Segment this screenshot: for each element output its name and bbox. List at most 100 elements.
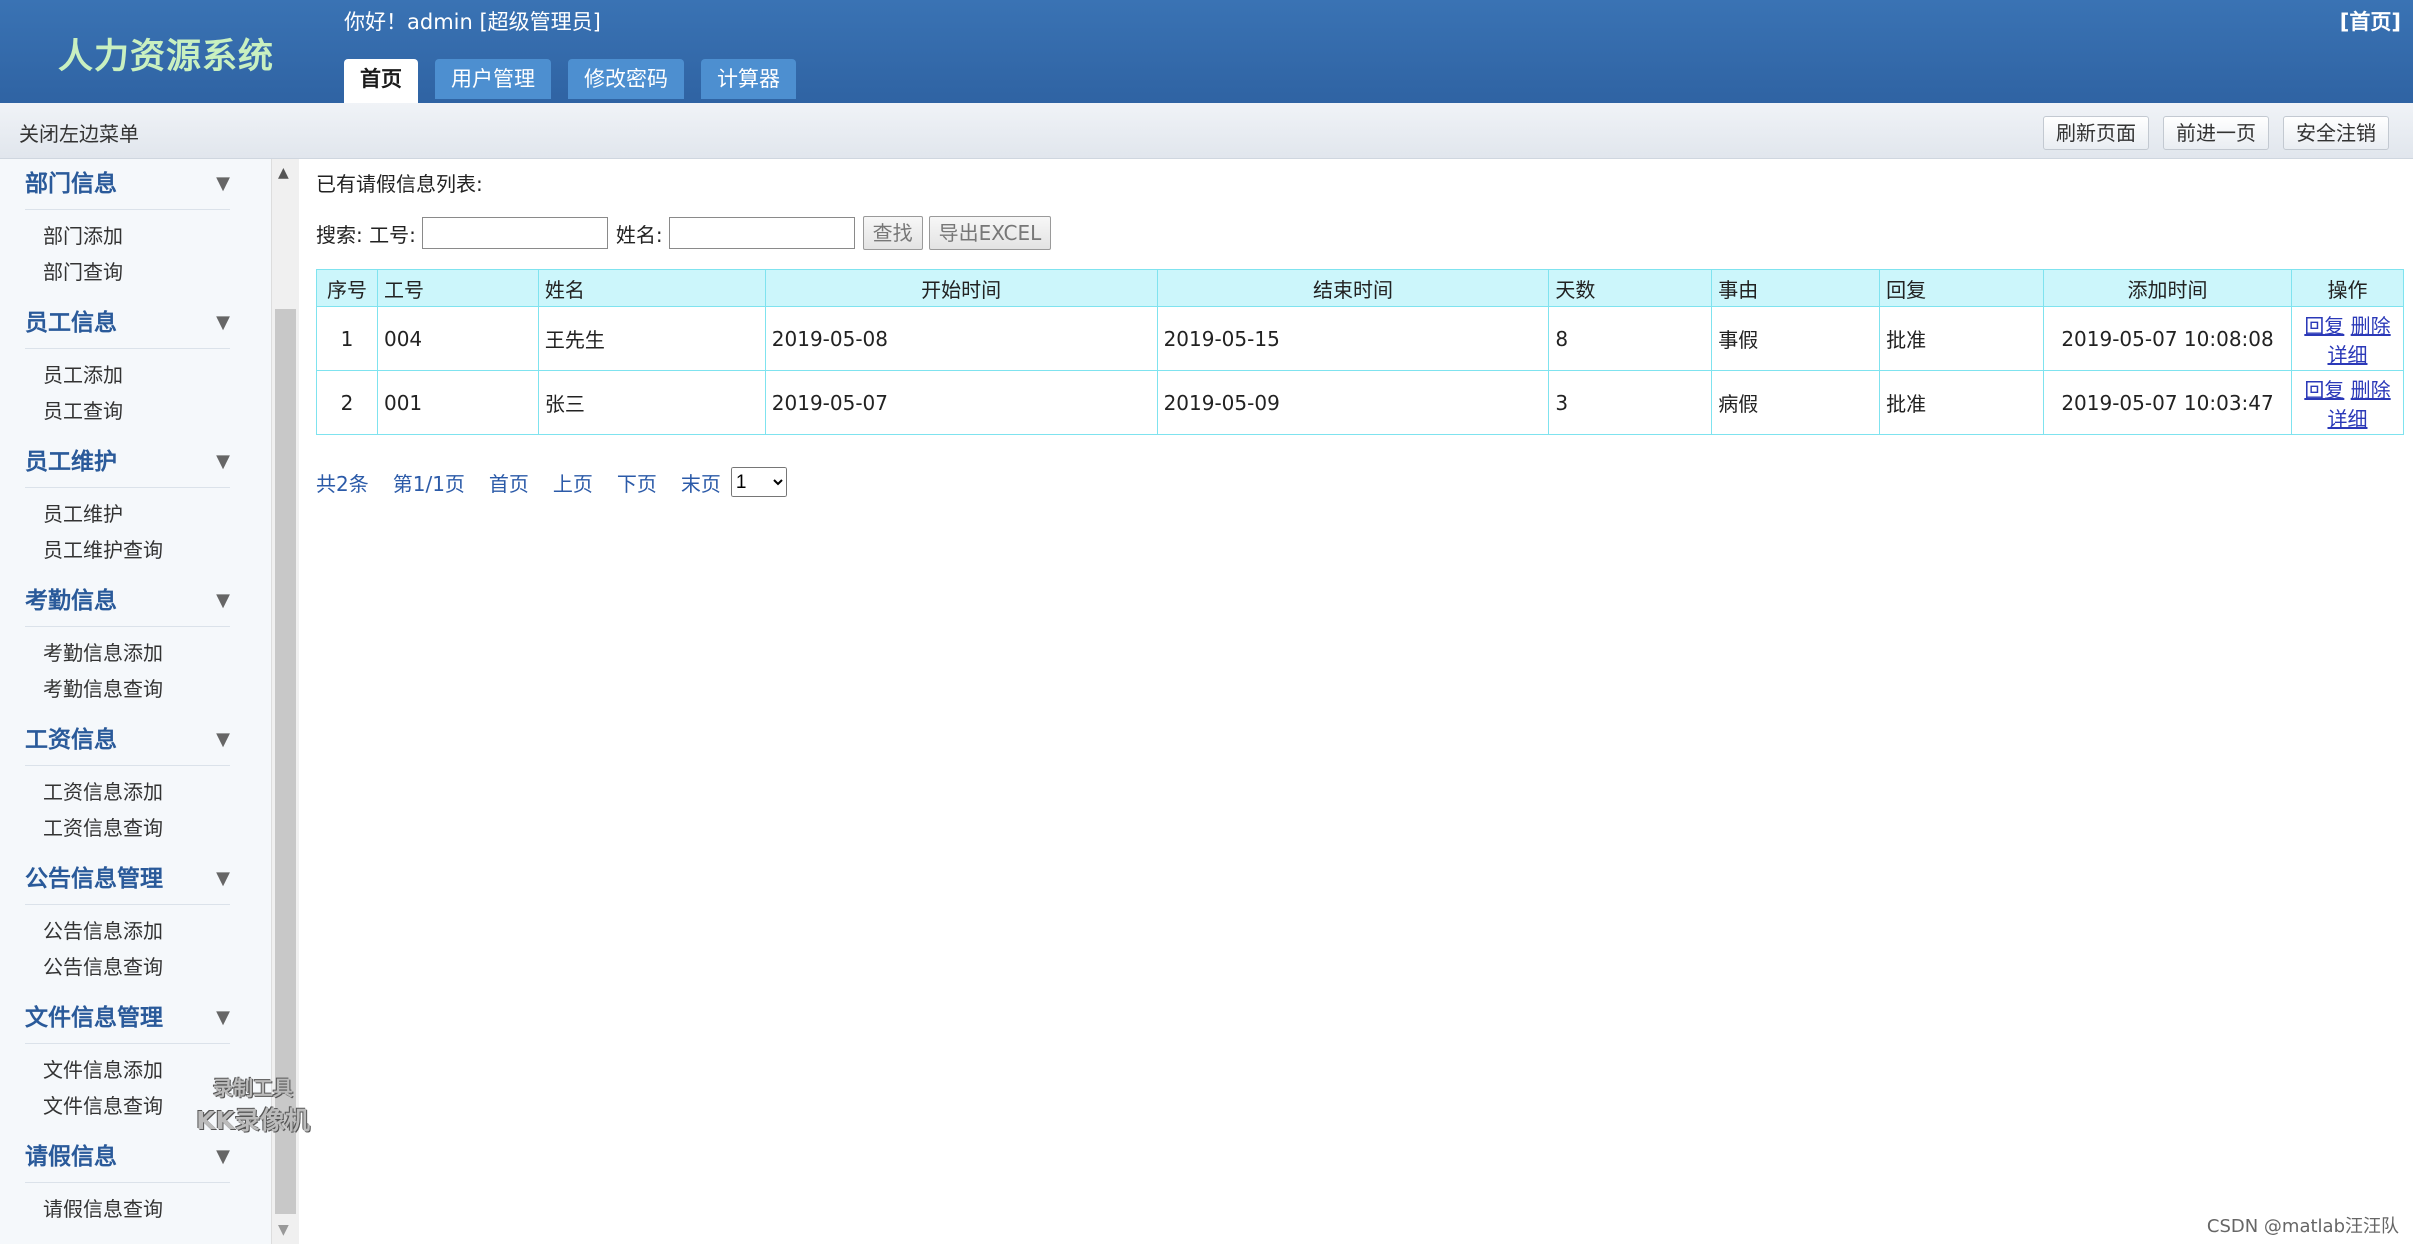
cell-end-date: 2019-05-15 (1156, 306, 1550, 371)
chevron-down-icon: ▼ (216, 1146, 230, 1167)
watermark-line: 录制工具 (213, 1076, 293, 1100)
sidebar-section-label: 部门信息 (25, 171, 117, 197)
chevron-down-icon: ▼ (216, 451, 230, 472)
sidebar-section-title[interactable]: 员工信息 ▼ (25, 298, 230, 349)
employee-name-input[interactable] (668, 217, 855, 249)
sidebar-section-label: 工资信息 (25, 727, 117, 753)
next-page-link[interactable]: 下页 (617, 468, 657, 497)
sidebar-item-notice-query[interactable]: 公告信息查询 (43, 949, 271, 985)
recorder-watermark: 录制工具 KK录像机 (188, 1072, 318, 1137)
cell-added-time: 2019-05-07 10:03:47 (2043, 370, 2292, 435)
top-nav-tabs: 首页 用户管理 修改密码 计算器 (344, 59, 796, 103)
home-link[interactable]: [首页] (2340, 6, 2401, 36)
sidebar-item-notice-add[interactable]: 公告信息添加 (43, 913, 271, 949)
delete-link[interactable]: 删除 (2351, 314, 2391, 338)
sidebar-section-leave: 请假信息 ▼ 请假信息查询 (0, 1132, 271, 1235)
first-page-link[interactable]: 首页 (489, 468, 529, 497)
sidebar-section-employee: 员工信息 ▼ 员工添加 员工查询 (0, 298, 271, 437)
page-title: 已有请假信息列表: (316, 172, 483, 196)
tab-calculator[interactable]: 计算器 (701, 59, 796, 99)
cell-name: 王先生 (537, 306, 766, 371)
page-select[interactable]: 1 (730, 467, 787, 497)
detail-link[interactable]: 详细 (2327, 343, 2367, 367)
column-header: 工号 (376, 269, 539, 307)
tab-change-password[interactable]: 修改密码 (568, 59, 684, 99)
sidebar-item-leave-query[interactable]: 请假信息查询 (43, 1191, 271, 1227)
detail-link[interactable]: 详细 (2327, 407, 2367, 431)
column-header: 姓名 (537, 269, 766, 307)
leave-table: 序号 工号 姓名 开始时间 结束时间 天数 事由 回复 添加时间 操作 1 00… (316, 269, 2405, 435)
close-left-menu-button[interactable]: 关闭左边菜单 (19, 118, 139, 147)
reply-link[interactable]: 回复 (2304, 378, 2344, 402)
delete-link[interactable]: 删除 (2351, 378, 2391, 402)
sidebar-section-label: 请假信息 (25, 1144, 117, 1170)
sidebar-section-attendance: 考勤信息 ▼ 考勤信息添加 考勤信息查询 (0, 576, 271, 715)
sidebar-item-department-query[interactable]: 部门查询 (43, 254, 271, 290)
sidebar-item-employee-query[interactable]: 员工查询 (43, 393, 271, 429)
sidebar-section-title[interactable]: 员工维护 ▼ (25, 437, 230, 488)
cell-end-date: 2019-05-09 (1156, 370, 1550, 435)
cell-employee-id: 004 (376, 306, 539, 371)
sidebar-section-title[interactable]: 部门信息 ▼ (25, 159, 230, 210)
sidebar-section-label: 员工维护 (25, 449, 117, 475)
cell-days: 3 (1548, 370, 1713, 435)
table-row: 2 001 张三 2019-05-07 2019-05-09 3 病假 批准 2… (316, 370, 2405, 435)
sidebar-section-notice: 公告信息管理 ▼ 公告信息添加 公告信息查询 (0, 854, 271, 993)
cell-actions: 回复 删除 详细 (2290, 370, 2405, 435)
search-name-label: 姓名: (615, 222, 663, 247)
top-header: 人力资源系统 你好！admin [超级管理员] [首页] 首页 用户管理 修改密… (0, 0, 2413, 103)
csdn-watermark: CSDN @matlab汪汪队 (2206, 1216, 2399, 1237)
refresh-page-button[interactable]: 刷新页面 (2043, 116, 2149, 150)
sidebar-item-salary-query[interactable]: 工资信息查询 (43, 810, 271, 846)
chevron-down-icon: ▼ (216, 590, 230, 611)
column-header: 操作 (2290, 269, 2405, 307)
column-header: 天数 (1548, 269, 1713, 307)
sidebar-section-title[interactable]: 请假信息 ▼ (25, 1132, 230, 1183)
sidebar-section-title[interactable]: 考勤信息 ▼ (25, 576, 230, 627)
sidebar-section-label: 文件信息管理 (25, 1005, 163, 1031)
sidebar-item-department-add[interactable]: 部门添加 (43, 218, 271, 254)
sidebar-item-attendance-query[interactable]: 考勤信息查询 (43, 671, 271, 707)
tab-user-management[interactable]: 用户管理 (435, 59, 551, 99)
sidebar-section-title[interactable]: 工资信息 ▼ (25, 715, 230, 766)
toolbar-buttons: 刷新页面 前进一页 安全注销 (2043, 116, 2389, 150)
column-header: 添加时间 (2043, 269, 2292, 307)
reply-link[interactable]: 回复 (2304, 314, 2344, 338)
prev-page-link[interactable]: 上页 (553, 468, 593, 497)
chevron-down-icon: ▼ (216, 729, 230, 750)
sidebar-item-salary-add[interactable]: 工资信息添加 (43, 774, 271, 810)
sidebar-section-title[interactable]: 文件信息管理 ▼ (25, 993, 230, 1044)
employee-id-input[interactable] (421, 217, 608, 249)
column-header: 回复 (1879, 269, 2045, 307)
sidebar-section-maintenance: 员工维护 ▼ 员工维护 员工维护查询 (0, 437, 271, 576)
cell-reply: 批准 (1879, 370, 2045, 435)
export-excel-button[interactable]: 导出EXCEL (928, 216, 1052, 250)
total-count: 共2条 (316, 471, 369, 496)
chevron-down-icon: ▼ (216, 312, 230, 333)
tab-home[interactable]: 首页 (344, 59, 418, 103)
sidebar-section-department: 部门信息 ▼ 部门添加 部门查询 (0, 159, 271, 298)
scroll-down-icon[interactable]: ▼ (278, 1222, 289, 1238)
sidebar-item-maintenance-query[interactable]: 员工维护查询 (43, 532, 271, 568)
search-button[interactable]: 查找 (862, 216, 923, 250)
cell-reason: 病假 (1711, 370, 1881, 435)
column-header: 序号 (316, 269, 378, 307)
sidebar-item-employee-add[interactable]: 员工添加 (43, 357, 271, 393)
chevron-down-icon: ▼ (216, 173, 230, 194)
scroll-up-icon[interactable]: ▲ (278, 165, 289, 181)
logout-button[interactable]: 安全注销 (2283, 116, 2389, 150)
table-row: 1 004 王先生 2019-05-08 2019-05-15 8 事假 批准 … (316, 306, 2405, 371)
forward-button[interactable]: 前进一页 (2163, 116, 2269, 150)
last-page-link[interactable]: 末页 (681, 468, 721, 497)
sidebar-item-attendance-add[interactable]: 考勤信息添加 (43, 635, 271, 671)
search-id-label: 搜索: 工号: (316, 222, 416, 247)
sidebar-section-title[interactable]: 公告信息管理 ▼ (25, 854, 230, 905)
user-greeting: 你好！admin [超级管理员] (344, 10, 601, 34)
app-logo: 人力资源系统 (58, 37, 275, 77)
sidebar-section-label: 公告信息管理 (25, 866, 163, 892)
column-header: 结束时间 (1156, 269, 1550, 307)
page-indicator: 第1/1页 (392, 471, 465, 496)
table-header-row: 序号 工号 姓名 开始时间 结束时间 天数 事由 回复 添加时间 操作 (316, 269, 2405, 307)
search-bar: 搜索: 工号: 姓名: 查找 导出EXCEL (316, 216, 1057, 250)
sidebar-item-maintenance[interactable]: 员工维护 (43, 496, 271, 532)
